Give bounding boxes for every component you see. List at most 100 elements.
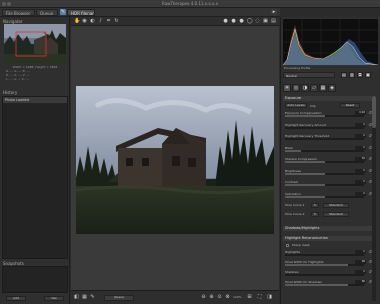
zoom-100-icon[interactable]: ⊗ — [225, 295, 230, 300]
crop-icon[interactable]: ⌗ — [106, 19, 111, 24]
photo-preview[interactable] — [76, 86, 274, 234]
shadows-section-header[interactable]: Shadows/Highlights — [283, 226, 372, 231]
detail-window-icon[interactable]: ⊞ — [247, 295, 252, 300]
curve-1-edit-icon[interactable]: ✎ — [311, 203, 319, 208]
slider-track[interactable] — [285, 274, 364, 276]
tab-bar: File Browser Queue ✎ HDR filename ▸ — [0, 8, 280, 17]
slider-row: Saturation 0 ↺ — [285, 191, 372, 199]
slider-track[interactable] — [285, 138, 364, 140]
copy-profile-icon[interactable]: ⧉ — [357, 72, 363, 78]
scrollbar-thumb[interactable] — [372, 96, 376, 128]
editor-tab-icon[interactable]: ✎ — [60, 9, 66, 15]
slider-row: Shadows 0 ↺ — [285, 270, 372, 277]
slider-track[interactable] — [285, 126, 364, 129]
slider-fill — [285, 184, 325, 186]
delete-snapshot-button[interactable]: Del — [44, 296, 64, 301]
hand-tool-icon[interactable]: ✋ — [74, 19, 80, 24]
save-icon[interactable]: ▦ — [82, 295, 87, 300]
slider-track[interactable] — [285, 264, 364, 266]
tab-color[interactable]: ◑ — [301, 84, 309, 92]
tab-queue[interactable]: Queue — [36, 9, 58, 16]
highlight-section-header[interactable]: Highlight Reconstruction — [283, 236, 372, 241]
slider-track[interactable] — [285, 115, 364, 117]
slider-track[interactable] — [285, 254, 364, 256]
pixel-info-lab: L: --- a: --- b: --- — [6, 77, 29, 81]
tab-detail[interactable]: ◎ — [292, 84, 300, 92]
auto-levels-button[interactable]: Auto Levels — [285, 103, 307, 108]
preview-red-icon[interactable]: ● — [223, 19, 228, 24]
reset-button[interactable]: Reset — [340, 103, 360, 108]
curve-2-edit-icon[interactable]: ✎ — [311, 212, 319, 217]
zoom-fit-icon[interactable]: ⊙ — [217, 295, 222, 300]
slider-row: Tonal Width for Shadows 80 ↺ — [285, 280, 372, 287]
paste-profile-icon[interactable]: ▣ — [365, 72, 371, 78]
navigator-thumbnail[interactable] — [4, 24, 66, 64]
fullscreen-icon[interactable]: ⛶ — [257, 295, 262, 300]
slider-fill — [285, 264, 349, 266]
tab-transform[interactable]: ▱ — [310, 84, 318, 92]
tab-metadata[interactable]: ◈ — [328, 84, 336, 92]
shadow-clip-icon[interactable]: ▤ — [271, 19, 276, 24]
slider-row: Contrast 0 ↺ — [285, 180, 372, 187]
left-panel-toggle-icon[interactable]: ◧ — [74, 295, 79, 300]
slider-track[interactable] — [285, 172, 364, 175]
highlight-clip-icon[interactable]: ▣ — [263, 19, 268, 24]
bottom-toolbar: ◧ ▦ ✎ Queue ⊖ ⊕ ⊙ ⊗ 100% ⊞ ⛶ ◨ — [71, 290, 279, 304]
slider-fill — [285, 149, 301, 152]
slider-row: Highlights 0 ↺ — [285, 250, 372, 257]
preview-luminance-icon[interactable]: ◯ — [247, 19, 253, 24]
load-profile-icon[interactable]: ▤ — [341, 72, 347, 78]
tab-raw[interactable]: ▦ — [319, 84, 327, 92]
rotate-icon[interactable]: ↻ — [114, 19, 119, 24]
tool-tabs: ☀ ◎ ◑ ▱ ▦ ◈ — [283, 84, 378, 93]
sharp-mask-label: Sharp mask — [292, 243, 310, 247]
tab-exposure[interactable]: ☀ — [283, 84, 291, 92]
slider-row: Shadow Compression 50 ↺ — [285, 157, 372, 164]
slider-track[interactable] — [285, 284, 364, 286]
curve-2-mode-select[interactable]: Standard — [323, 212, 349, 217]
slider-track[interactable] — [285, 184, 364, 186]
focus-mask-icon[interactable]: ◌ — [255, 19, 260, 24]
profile-select[interactable]: Neutral — [283, 72, 335, 78]
tone-curve-1-row: Tone Curve 1 ✎ Standard — [285, 203, 372, 210]
editor-toolbar: ✋ ◉ ◐ / ⌗ ↻ ● ● ● ◯ ◌ ▣ ▤ — [71, 17, 279, 26]
profile-row: Neutral ▤ ▥ ⧉ ▣ — [283, 72, 378, 79]
zoom-in-icon[interactable]: ⊕ — [209, 295, 214, 300]
slider-fill — [285, 115, 325, 117]
slider-row: Highlight Recovery Threshold 0 ↺ — [285, 134, 372, 141]
exposure-section-header[interactable]: Exposure — [283, 96, 372, 101]
slider-track[interactable] — [285, 161, 364, 163]
add-snapshot-button[interactable]: Add — [6, 296, 26, 301]
preview-green-icon[interactable]: ● — [231, 19, 236, 24]
tab-editor[interactable]: HDR filename — [67, 9, 95, 16]
expand-icon[interactable]: ▸ — [271, 9, 277, 15]
history-panel — [2, 96, 68, 259]
zoom-out-icon[interactable]: ⊖ — [201, 295, 206, 300]
history-label: History — [3, 90, 18, 95]
pixel-info: R: --- G: --- B: --- H: --- S: --- V: --… — [6, 69, 64, 81]
curve-1-mode-select[interactable]: Standard — [323, 203, 349, 208]
save-profile-icon[interactable]: ▥ — [349, 72, 355, 78]
slider-row: Tonal Width for Highlights 80 ↺ — [285, 260, 372, 267]
window-titlebar: RawTherapee 4.0.11.x.x.x.x — [0, 0, 380, 8]
snapshots-panel — [2, 266, 68, 293]
slider-fill — [285, 284, 349, 286]
tone-curve-2-row: Tone Curve 2 ✎ Standard — [285, 212, 372, 219]
straighten-icon[interactable]: ◐ — [90, 19, 95, 24]
slider-track[interactable] — [285, 149, 364, 152]
sharp-mask-checkbox[interactable] — [286, 244, 289, 247]
history-item[interactable]: Photo Loaded — [3, 97, 67, 103]
preview-blue-icon[interactable]: ● — [239, 19, 244, 24]
tone-curve-2-label: Tone Curve 2 — [285, 212, 305, 216]
histogram — [283, 19, 378, 65]
tone-curve-1-label: Tone Curve 1 — [285, 203, 305, 207]
slider-track[interactable] — [285, 195, 364, 198]
queue-button[interactable]: Queue — [104, 295, 134, 301]
wb-picker-icon[interactable]: ◉ — [82, 19, 87, 24]
pipette-icon[interactable]: / — [98, 19, 103, 24]
zoom-level: 100% — [233, 295, 242, 299]
open-editor-icon[interactable]: ✎ — [90, 295, 95, 300]
tab-file-browser[interactable]: File Browser — [2, 9, 35, 16]
slider-row: Black 0 ↺ — [285, 145, 372, 153]
right-panel-toggle-icon[interactable]: ◨ — [267, 295, 272, 300]
